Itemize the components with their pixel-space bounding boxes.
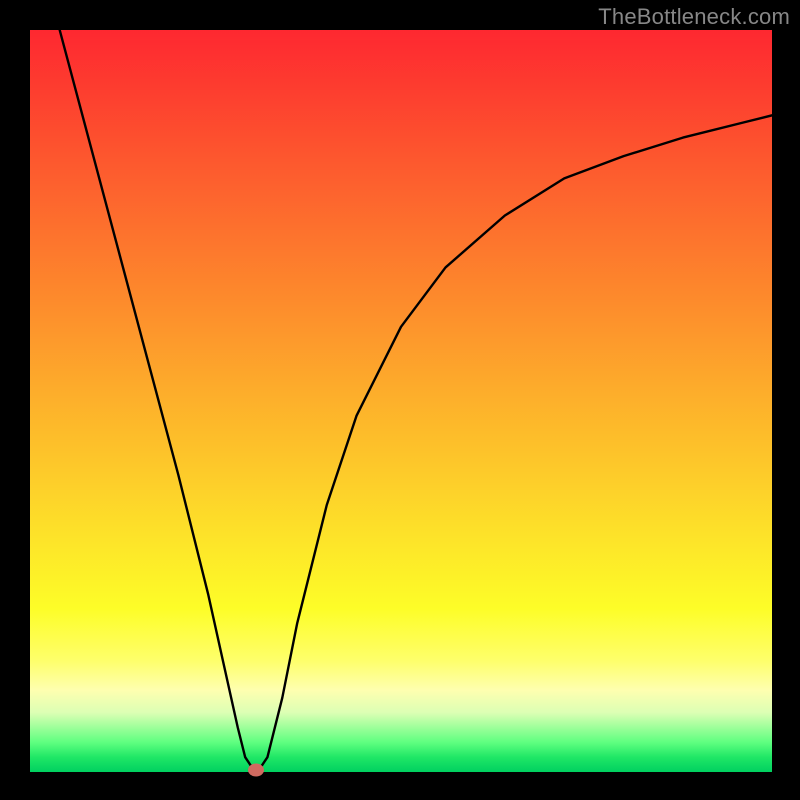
watermark-text: TheBottleneck.com: [598, 4, 790, 30]
optimal-point-marker: [248, 763, 264, 776]
chart-gradient-background: [30, 30, 772, 772]
